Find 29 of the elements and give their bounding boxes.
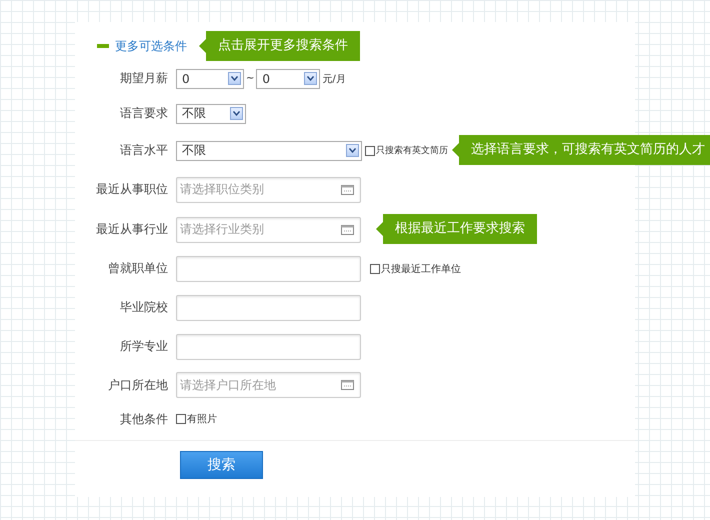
field-label: 曾就职单位 [107,260,168,277]
range-separator: ~ [246,73,254,84]
field-label: 最近从事职位 [95,181,168,198]
field-label: 最近从事行业 [95,221,168,238]
tooltip: 选择语言要求，可搜索有英文简历的人才 [452,135,710,165]
card-icon[interactable] [341,380,354,390]
text-field[interactable] [176,294,361,320]
checkbox-option[interactable]: 只搜索有英文简历 [365,144,448,157]
text-field[interactable] [176,334,361,360]
card-icon[interactable] [341,224,354,234]
checkbox-option[interactable]: 只搜最近工作单位 [370,262,461,276]
toggle-link[interactable]: 更多可选条件 [115,38,187,54]
field-label: 期望月薪 [119,70,168,87]
tooltip: 点击展开更多搜索条件 [199,31,360,61]
card-icon[interactable] [341,184,354,194]
unit-label: 元/月 [322,72,346,86]
field-label: 毕业院校 [119,299,168,316]
field-label: 其他条件 [119,410,168,428]
select-field[interactable]: 不限 [176,140,362,160]
select-field[interactable]: 不限 [176,104,246,124]
field-label: 语言要求 [119,105,168,122]
text-field[interactable] [176,256,361,282]
tooltip: 根据最近工作要求搜索 [376,214,537,244]
select-field[interactable]: 0 [176,68,244,88]
checkbox-option[interactable]: 有照片 [176,412,217,426]
field-label: 所学专业 [119,338,168,355]
field-label: 语言水平 [119,142,168,159]
field-label: 户口所在地 [107,376,168,394]
select-field[interactable]: 0 [256,68,320,88]
